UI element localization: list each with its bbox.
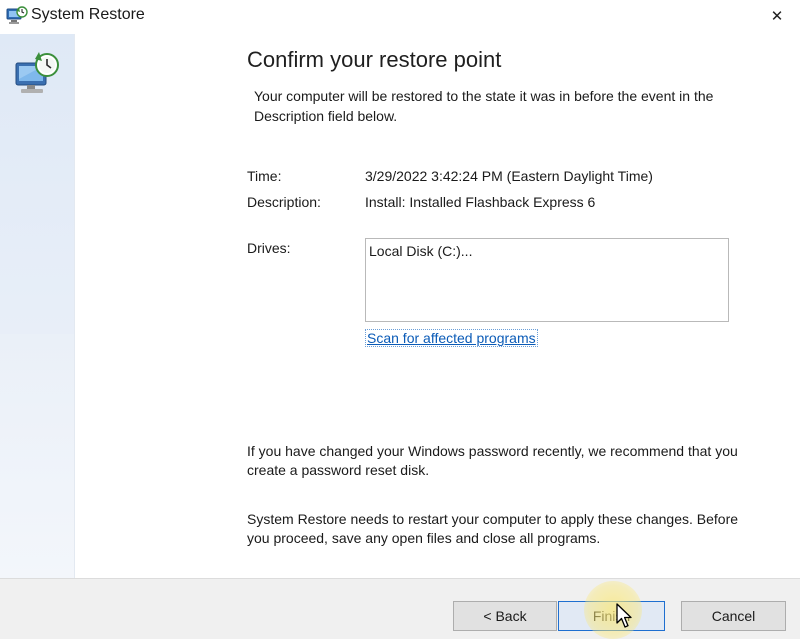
sidebar-lower-band bbox=[0, 334, 74, 578]
drive-item[interactable]: Local Disk (C:)... bbox=[369, 243, 472, 259]
window-title: System Restore bbox=[31, 6, 145, 23]
drives-label: Drives: bbox=[247, 240, 291, 256]
description-label: Description: bbox=[247, 194, 321, 210]
scan-affected-programs-link[interactable]: Scan for affected programs bbox=[365, 329, 538, 347]
title-bar: System Restore ✕ bbox=[0, 0, 800, 34]
main-content: Confirm your restore point Your computer… bbox=[75, 34, 800, 578]
restart-note: System Restore needs to restart your com… bbox=[247, 511, 739, 546]
password-note: If you have changed your Windows passwor… bbox=[247, 443, 738, 478]
system-restore-computer-icon bbox=[15, 52, 59, 93]
close-button[interactable]: ✕ bbox=[754, 0, 800, 32]
time-label: Time: bbox=[247, 168, 282, 184]
button-bar: < Back Finish Cancel bbox=[0, 578, 800, 639]
cancel-button[interactable]: Cancel bbox=[681, 601, 786, 631]
system-restore-window: System Restore ✕ Confirm your restore po… bbox=[0, 0, 800, 639]
time-value: 3/29/2022 3:42:24 PM (Eastern Daylight T… bbox=[365, 168, 653, 184]
system-restore-icon bbox=[6, 6, 28, 24]
close-icon: ✕ bbox=[770, 8, 784, 25]
description-value: Install: Installed Flashback Express 6 bbox=[365, 194, 596, 210]
intro-text: Your computer will be restored to the st… bbox=[254, 88, 714, 124]
finish-button[interactable]: Finish bbox=[558, 601, 665, 631]
drives-list[interactable]: Local Disk (C:)... bbox=[365, 238, 729, 322]
sidebar-panel bbox=[0, 34, 75, 578]
back-button[interactable]: < Back bbox=[453, 601, 557, 631]
page-title: Confirm your restore point bbox=[247, 47, 502, 72]
